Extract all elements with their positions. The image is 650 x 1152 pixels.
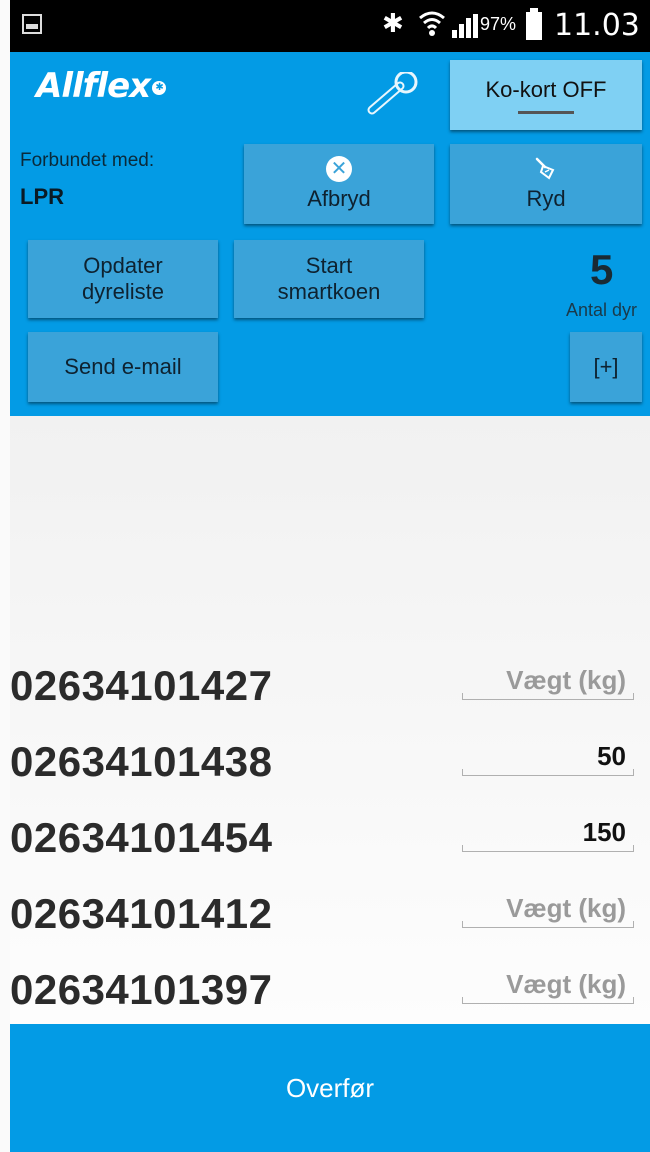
animal-count-label: Antal dyr xyxy=(566,300,638,320)
expand-button[interactable]: [+] xyxy=(570,332,642,402)
gallery-notification-icon xyxy=(22,14,42,34)
kokort-label: Ko-kort OFF xyxy=(485,76,607,102)
weight-input[interactable]: Vægt (kg) xyxy=(462,660,634,700)
wrench-settings-icon[interactable] xyxy=(366,70,422,116)
signal-icon xyxy=(452,14,478,38)
clock: 11.03 xyxy=(554,8,640,43)
weight-input[interactable]: Vægt (kg) xyxy=(462,964,634,1004)
kokort-toggle-button[interactable]: Ko-kort OFF xyxy=(450,60,642,130)
list-item: 02634101397 Vægt (kg) xyxy=(10,958,650,1034)
wifi-icon xyxy=(418,8,446,45)
status-bar: ✱ 97% 11.03 xyxy=(10,0,650,52)
animal-id: 02634101438 xyxy=(10,738,273,785)
header-panel: Allflex ✱ Ko-kort OFF Forbundet med: LPR … xyxy=(10,52,650,416)
toggle-indicator xyxy=(518,110,574,114)
animal-count: 5 xyxy=(590,246,614,293)
animal-id: 02634101397 xyxy=(10,966,273,1013)
connection-label: Forbundet med: xyxy=(20,150,155,171)
update-label-line1: Opdater xyxy=(83,253,163,278)
update-animal-list-button[interactable]: Opdater dyreliste xyxy=(28,240,218,318)
disconnect-button[interactable]: ✕ Afbryd xyxy=(244,144,434,224)
clear-button[interactable]: Ryd xyxy=(450,144,642,224)
transfer-button[interactable]: Overfør xyxy=(10,1024,650,1152)
connection-value: LPR xyxy=(20,184,64,209)
disconnect-label: Afbryd xyxy=(307,186,371,211)
transfer-label: Overfør xyxy=(285,1073,375,1103)
animal-id: 02634101454 xyxy=(10,814,273,861)
send-email-button[interactable]: Send e-mail xyxy=(28,332,218,402)
animal-list: 02634101427 Vægt (kg) 02634101438 50 026… xyxy=(10,416,650,1024)
weight-input[interactable]: Vægt (kg) xyxy=(462,888,634,928)
animal-id: 02634101412 xyxy=(10,890,273,937)
broom-icon xyxy=(535,157,555,180)
battery-icon xyxy=(526,8,542,40)
start-label-line2: smartkoen xyxy=(277,279,381,304)
battery-percent: 97% xyxy=(480,14,517,34)
start-label-line1: Start xyxy=(305,253,353,278)
start-smartkoen-button[interactable]: Start smartkoen xyxy=(234,240,424,318)
expand-label: [+] xyxy=(593,354,619,379)
weight-input[interactable]: 150 xyxy=(462,812,634,852)
allflex-logo: Allflex ✱ xyxy=(36,66,167,106)
list-item: 02634101427 Vægt (kg) xyxy=(10,654,650,730)
bluetooth-icon: ✱ xyxy=(382,8,404,38)
clear-label: Ryd xyxy=(526,186,566,211)
weight-input[interactable]: 50 xyxy=(462,736,634,776)
send-email-label: Send e-mail xyxy=(64,354,182,379)
logo-bluetooth-icon: ✱ xyxy=(152,80,167,95)
app-screen: ✱ 97% 11.03 Allflex ✱ Ko-kort OFF Forbun… xyxy=(10,0,650,1152)
list-item: 02634101412 Vægt (kg) xyxy=(10,882,650,958)
update-label-line2: dyreliste xyxy=(82,279,164,304)
animal-id: 02634101427 xyxy=(10,662,273,709)
list-item: 02634101438 50 xyxy=(10,730,650,806)
close-circle-icon: ✕ xyxy=(326,156,352,182)
list-item: 02634101454 150 xyxy=(10,806,650,882)
